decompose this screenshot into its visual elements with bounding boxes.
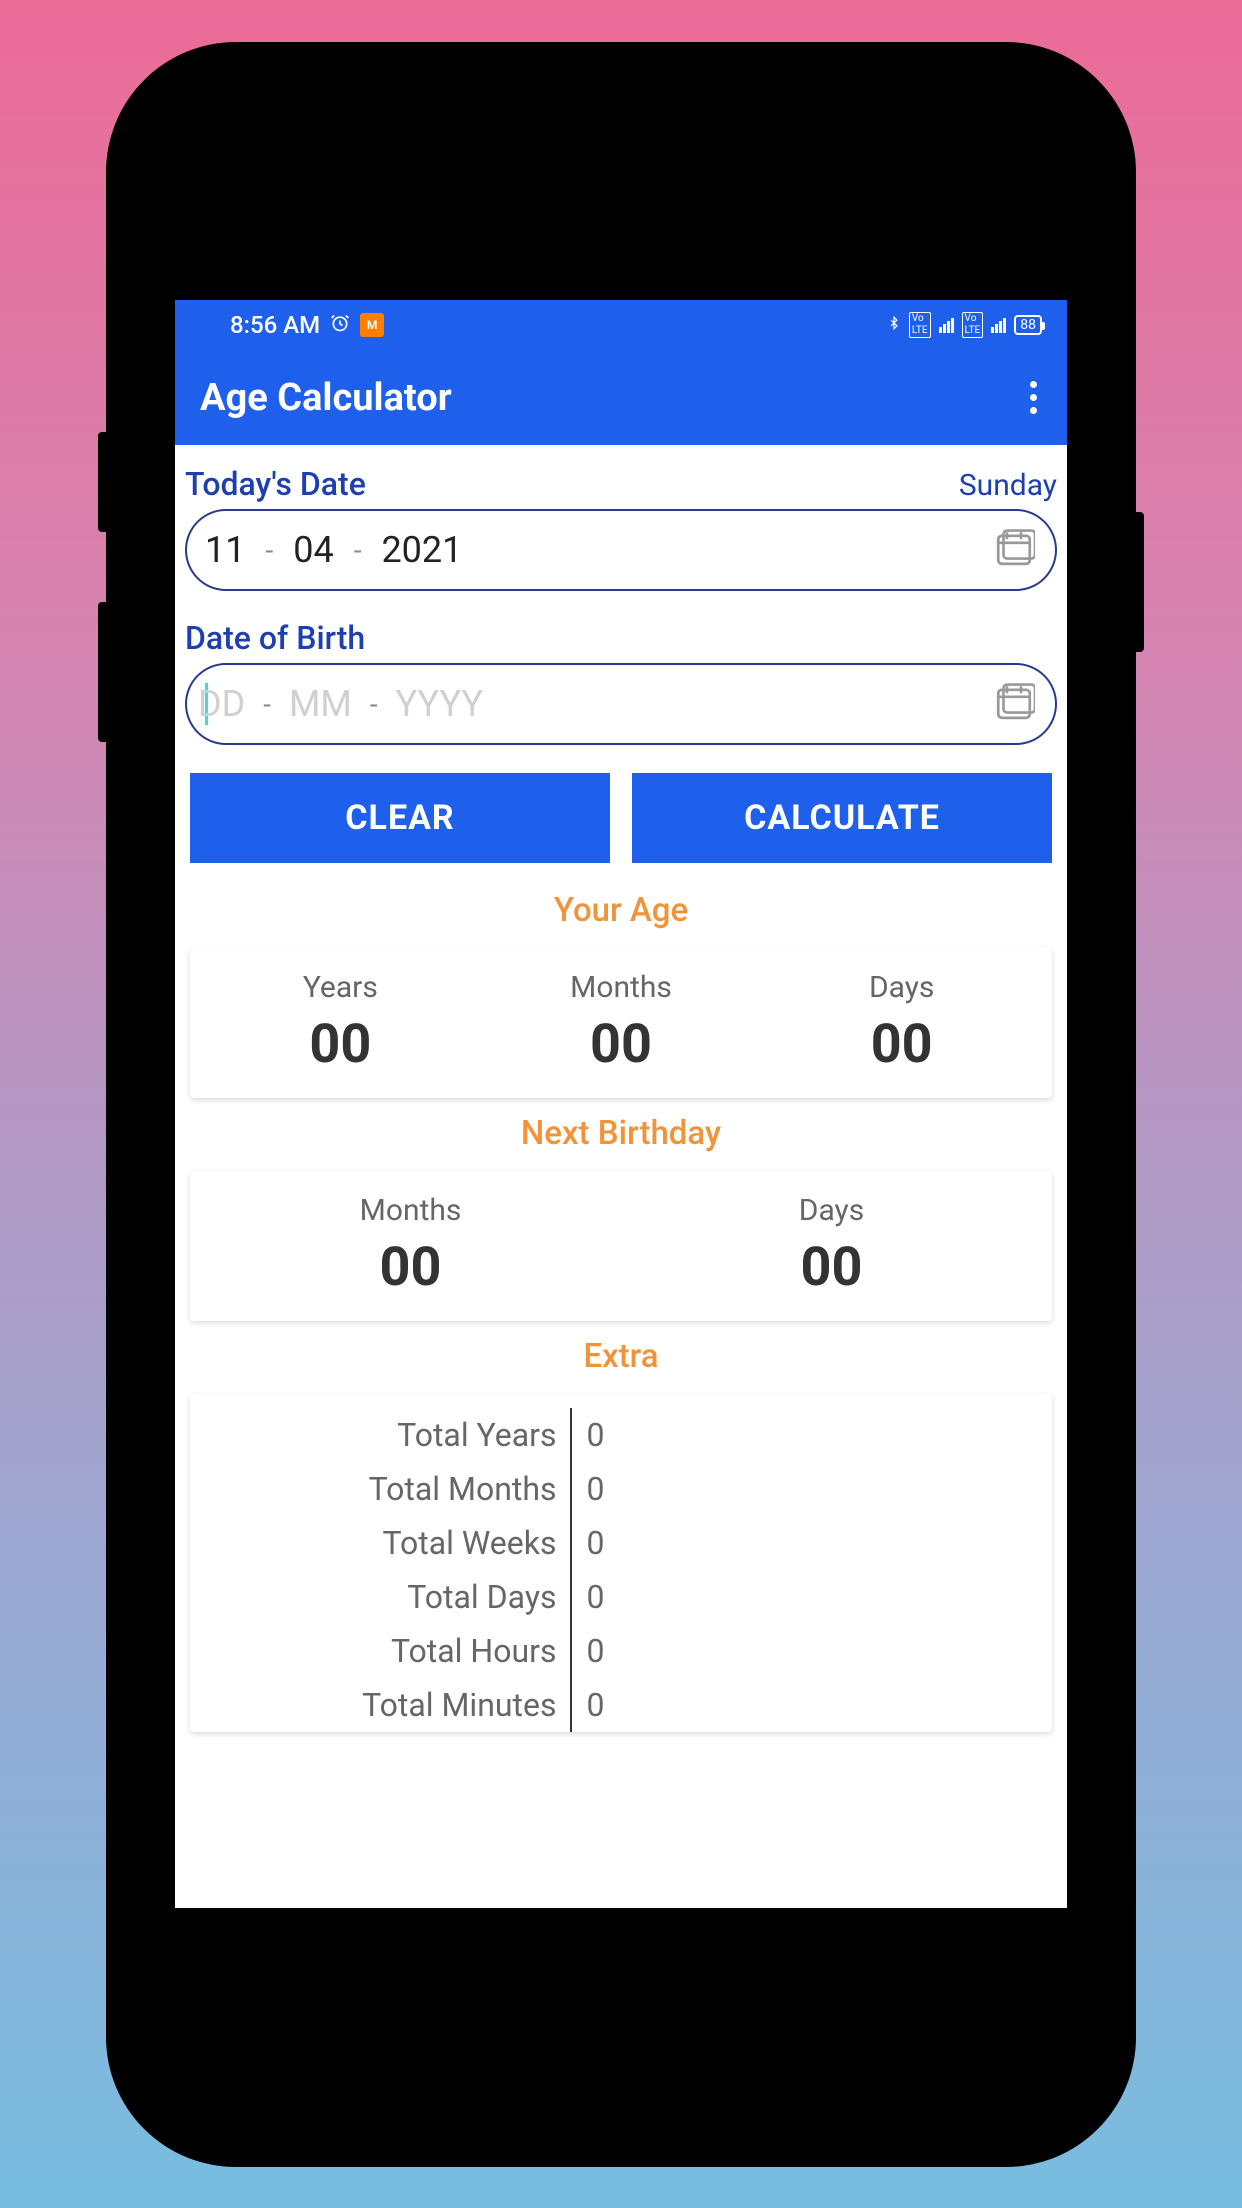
date-separator: - [370,688,378,721]
button-row: CLEAR CALCULATE [190,773,1052,863]
age-months-label: Months [481,970,762,1005]
bday-months-col: Months 00 [200,1193,621,1299]
age-days-col: Days 00 [761,970,1042,1076]
alarm-icon [330,311,350,339]
dob-date-field[interactable]: DD - MM - YYYY [185,663,1057,745]
more-options-icon[interactable] [1020,371,1047,424]
today-label-row: Today's Date Sunday [185,465,1057,503]
today-dd[interactable]: 11 [205,529,245,571]
age-years-label: Years [200,970,481,1005]
extra-card: Total Years 0 Total Months 0 Total Weeks… [190,1394,1052,1732]
phone-frame: 8:56 AM M VoLTE VoLTE 88 Age Calculator [106,42,1136,2167]
age-years-col: Years 00 [200,970,481,1076]
calculate-button[interactable]: CALCULATE [632,773,1052,863]
date-separator: - [263,688,271,721]
app-bar: Age Calculator [175,350,1067,445]
signal-icon-2 [991,318,1006,333]
extra-value: 0 [572,1524,604,1562]
today-date-parts: 11 - 04 - 2021 [205,529,462,571]
extra-title: Extra [185,1337,1057,1376]
age-months-value: 00 [481,1013,762,1076]
phone-button-left-1 [98,432,106,532]
calendar-icon[interactable] [993,681,1035,727]
extra-label: Total Days [200,1578,570,1616]
dob-label: Date of Birth [185,619,365,657]
dob-yyyy-placeholder[interactable]: YYYY [396,683,483,725]
status-bar: 8:56 AM M VoLTE VoLTE 88 [175,300,1067,350]
date-separator: - [265,534,273,567]
today-label: Today's Date [185,465,366,503]
your-age-card: Years 00 Months 00 Days 00 [190,948,1052,1098]
next-birthday-title: Next Birthday [185,1114,1057,1153]
status-left: 8:56 AM M [200,311,384,339]
extra-label: Total Years [200,1416,570,1454]
status-right: VoLTE VoLTE 88 [887,312,1042,338]
calendar-icon[interactable] [993,527,1035,573]
volte-icon-1: VoLTE [909,312,931,338]
today-day-name: Sunday [959,468,1057,503]
date-separator: - [354,534,362,567]
age-days-value: 00 [761,1013,1042,1076]
today-yyyy[interactable]: 2021 [381,529,462,571]
extra-row: Total Months 0 [200,1462,1042,1516]
today-mm[interactable]: 04 [293,529,333,571]
clear-button[interactable]: CLEAR [190,773,610,863]
dob-dd-placeholder[interactable]: DD [198,683,245,725]
age-days-label: Days [761,970,1042,1005]
next-birthday-card: Months 00 Days 00 [190,1171,1052,1321]
extra-value: 0 [572,1470,604,1508]
dob-placeholder: DD - MM - YYYY [198,683,483,725]
extra-value: 0 [572,1416,604,1454]
extra-value: 0 [572,1632,604,1670]
battery-icon: 88 [1014,315,1042,335]
mi-badge-icon: M [360,313,384,337]
bluetooth-icon [887,313,901,338]
dob-label-row: Date of Birth [185,619,1057,657]
today-date-field[interactable]: 11 - 04 - 2021 [185,509,1057,591]
extra-label: Total Minutes [200,1686,570,1724]
bday-days-value: 00 [621,1236,1042,1299]
volte-icon-2: VoLTE [962,312,984,338]
bday-months-label: Months [200,1193,621,1228]
extra-label: Total Weeks [200,1524,570,1562]
extra-label: Total Months [200,1470,570,1508]
your-age-title: Your Age [185,891,1057,930]
extra-label: Total Hours [200,1632,570,1670]
phone-button-left-2 [98,602,106,742]
app-title: Age Calculator [200,376,452,420]
phone-button-right [1136,512,1144,652]
age-months-col: Months 00 [481,970,762,1076]
status-time: 8:56 AM [230,311,320,339]
bday-days-col: Days 00 [621,1193,1042,1299]
bday-days-label: Days [621,1193,1042,1228]
extra-value: 0 [572,1686,604,1724]
dob-mm-placeholder[interactable]: MM [289,683,352,725]
signal-icon-1 [939,318,954,333]
extra-row: Total Days 0 [200,1570,1042,1624]
age-years-value: 00 [200,1013,481,1076]
bday-months-value: 00 [200,1236,621,1299]
content: Today's Date Sunday 11 - 04 - 2021 Date … [175,445,1067,1732]
extra-value: 0 [572,1578,604,1616]
extra-row: Total Minutes 0 [200,1678,1042,1732]
screen: 8:56 AM M VoLTE VoLTE 88 Age Calculator [169,294,1073,1914]
extra-row: Total Hours 0 [200,1624,1042,1678]
extra-row: Total Years 0 [200,1408,1042,1462]
extra-row: Total Weeks 0 [200,1516,1042,1570]
